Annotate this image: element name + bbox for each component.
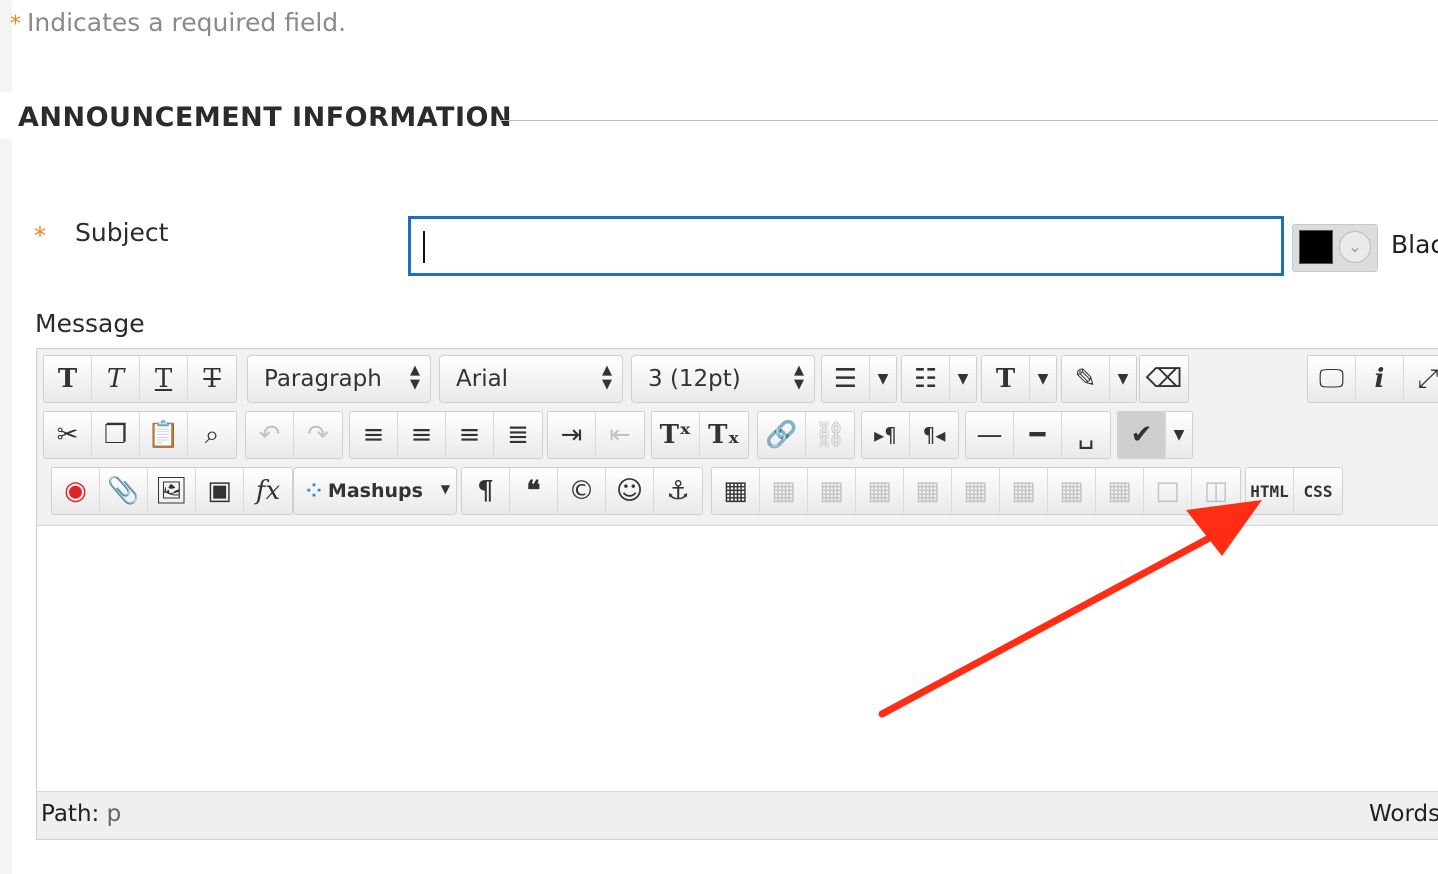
annotation-arrow <box>878 500 1262 718</box>
arrow-shaft <box>878 524 1232 718</box>
